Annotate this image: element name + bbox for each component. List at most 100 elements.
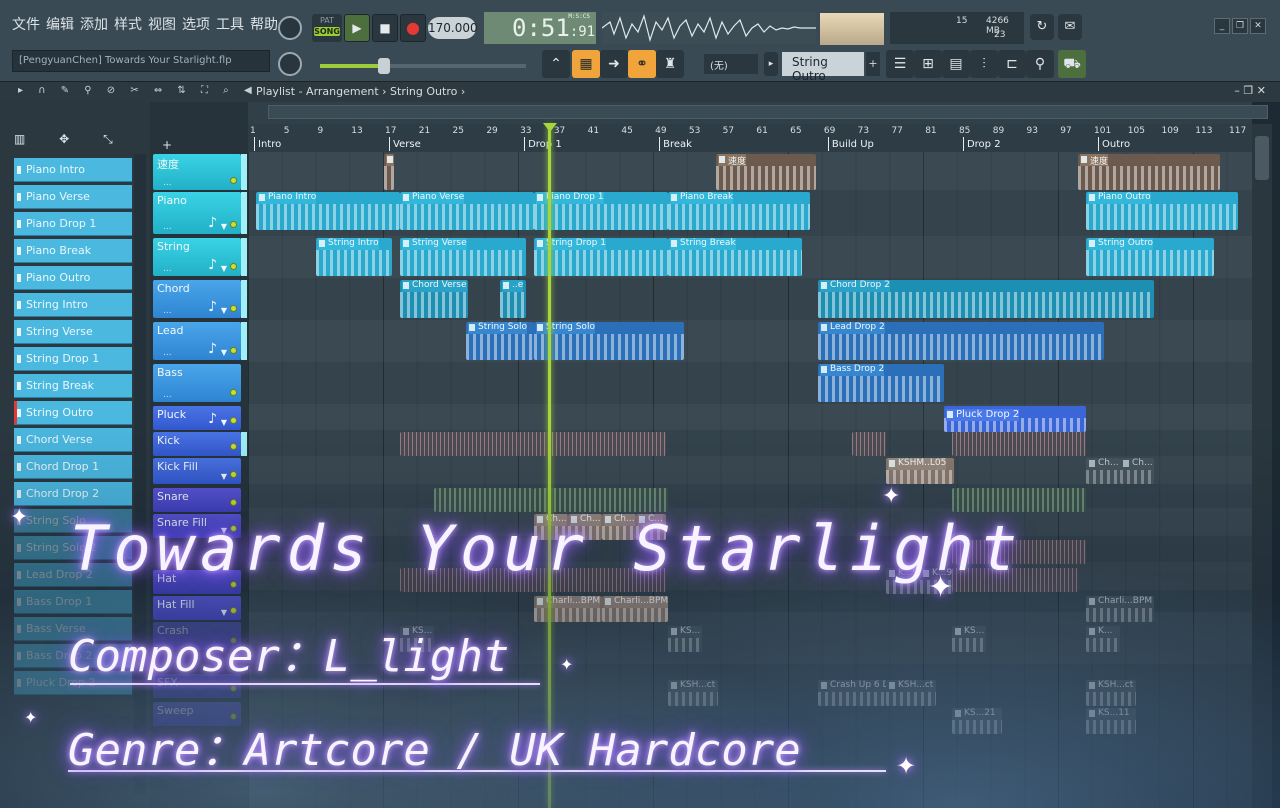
pattern-selector[interactable]: String Outro xyxy=(782,52,864,83)
chevron-down-icon[interactable]: ▼ xyxy=(221,418,227,427)
time-display[interactable]: 0:51:91 M:S:CS xyxy=(484,12,596,44)
slider-handle[interactable] xyxy=(378,58,390,74)
playlist-clip[interactable]: K... xyxy=(1086,626,1120,652)
track-header[interactable]: 速度... xyxy=(153,154,241,190)
menu-view[interactable]: 视图 xyxy=(148,14,176,40)
plugin-picker-button[interactable]: ⚲ xyxy=(1026,50,1054,78)
track-header[interactable]: Hat Fill ▼ xyxy=(153,596,241,620)
playlist-clip[interactable]: Piano Break xyxy=(668,192,810,230)
section-marker[interactable]: Verse xyxy=(389,137,421,151)
vscroll-thumb[interactable] xyxy=(1255,136,1269,180)
pattern-item[interactable]: Bass Drop 1 xyxy=(14,590,132,614)
close-button[interactable]: ✕ xyxy=(1250,18,1266,34)
piano-roll-button[interactable]: ⊞ xyxy=(914,50,942,78)
browser-button[interactable]: ⊏ xyxy=(998,50,1026,78)
playlist-clip[interactable]: ..e xyxy=(500,280,526,318)
chevron-down-icon[interactable]: ▼ xyxy=(221,608,227,617)
section-marker[interactable]: Outro xyxy=(1097,137,1130,151)
track-mute-led[interactable] xyxy=(230,177,237,184)
pattern-item[interactable]: String Verse xyxy=(14,320,132,344)
track-header[interactable]: String... ♪ ▼ xyxy=(153,238,241,276)
playlist-clip[interactable]: Charli...BPM xyxy=(602,596,668,622)
pattern-prev-arrow[interactable]: ▸ xyxy=(764,52,778,76)
track-more-icon[interactable]: ... xyxy=(163,390,172,400)
track-header[interactable]: Pluck ♪ ▼ xyxy=(153,406,241,430)
menu-patterns[interactable]: 样式 xyxy=(114,14,142,40)
playlist-clip[interactable]: Chord Verse xyxy=(400,280,468,318)
pattern-item[interactable]: Chord Drop 2 xyxy=(14,482,132,506)
menu-options[interactable]: 选项 xyxy=(182,14,210,40)
record-button[interactable]: ● xyxy=(400,14,426,42)
playlist-window-controls[interactable]: – ❐ ✕ xyxy=(1234,84,1266,97)
undo-history-button[interactable]: ↻ xyxy=(1030,14,1054,40)
picker-view-icon[interactable]: ▥ xyxy=(14,132,25,146)
playlist-clip[interactable]: 速度 xyxy=(384,154,394,190)
pat-song-toggle[interactable]: PAT SONG xyxy=(312,14,342,42)
playlist-clip[interactable]: KSH...ct 04 xyxy=(1086,680,1136,706)
playlist-tools[interactable]: ▸ ∩ ✎ ⚲ ⊘ ✂ ⇔ ⇅ ⛶ ⌕ ◀ xyxy=(18,85,258,96)
pattern-item[interactable]: Piano Outro xyxy=(14,266,132,290)
track-more-icon[interactable]: ... xyxy=(163,348,172,358)
add-pattern-button[interactable]: + xyxy=(866,52,880,76)
menu-tools[interactable]: 工具 xyxy=(216,14,244,40)
playlist-clip[interactable]: String Break xyxy=(668,238,802,276)
playlist-clip[interactable]: Ch... xyxy=(1086,458,1120,484)
master-volume-knob[interactable] xyxy=(278,16,302,40)
playlist-clip[interactable]: Charli...BPM xyxy=(534,596,602,622)
picker-scrollbar[interactable] xyxy=(134,154,146,794)
drum-audio-clip[interactable] xyxy=(952,488,1086,512)
section-marker[interactable]: Drop 2 xyxy=(962,137,1001,151)
playlist-clip[interactable]: Piano Drop 1 xyxy=(534,192,668,230)
playlist-clip[interactable]: KSH...ct 04 xyxy=(886,680,936,706)
playhead[interactable] xyxy=(548,124,551,808)
track-header[interactable]: Lead... ♪ ▼ xyxy=(153,322,241,360)
chevron-down-icon[interactable]: ▼ xyxy=(221,348,227,357)
chevron-down-icon[interactable]: ▼ xyxy=(221,472,227,481)
menu-edit[interactable]: 编辑 xyxy=(46,14,74,40)
track-mute-led[interactable] xyxy=(230,417,237,424)
track-mute-led[interactable] xyxy=(230,443,237,450)
playlist-clip[interactable]: 速度 xyxy=(1078,154,1220,190)
track-mute-led[interactable] xyxy=(230,607,237,614)
chevron-down-icon[interactable]: ▼ xyxy=(221,222,227,231)
playlist-grid[interactable]: 速度 速度 速度 Piano Intro Piano Verse Piano Drop 1… xyxy=(248,152,1252,808)
drum-audio-clip[interactable] xyxy=(400,432,666,456)
track-more-icon[interactable]: ... xyxy=(163,264,172,274)
pattern-item[interactable]: Piano Drop 1 xyxy=(14,212,132,236)
tool-loop-record[interactable]: ⚭ xyxy=(628,50,656,78)
tool-countdown[interactable]: ♜ xyxy=(656,50,684,78)
restore-button[interactable]: ❐ xyxy=(1232,18,1248,34)
section-marker[interactable]: Build Up xyxy=(827,137,874,151)
playlist-clip[interactable]: Crash Up 6 Dos xyxy=(818,680,886,706)
track-mute-led[interactable] xyxy=(230,347,237,354)
playlist-clip[interactable]: KS... xyxy=(668,626,702,652)
play-button[interactable]: ▶ xyxy=(344,14,370,42)
chevron-down-icon[interactable]: ▼ xyxy=(221,306,227,315)
track-header[interactable]: Kick Fill ▼ xyxy=(153,458,241,484)
playlist-clip[interactable]: KS...11 xyxy=(1086,708,1136,734)
track-mute-led[interactable] xyxy=(230,221,237,228)
playlist-clip[interactable]: KS... xyxy=(952,626,986,652)
track-header[interactable]: Kick xyxy=(153,432,241,456)
tempo-display[interactable]: 170.000 xyxy=(428,17,478,39)
pattern-item[interactable]: Piano Break xyxy=(14,239,132,263)
playlist-clip[interactable]: String Solo xyxy=(466,322,534,360)
track-mute-led[interactable] xyxy=(230,389,237,396)
snap-selector[interactable]: (无) xyxy=(704,54,758,74)
drum-audio-clip[interactable] xyxy=(852,432,886,456)
playlist-clip[interactable]: Piano Verse xyxy=(400,192,534,230)
menu-add[interactable]: 添加 xyxy=(80,14,108,40)
chevron-down-icon[interactable]: ▼ xyxy=(221,264,227,273)
playlist-button[interactable]: ☰ xyxy=(886,50,914,78)
track-more-icon[interactable]: ... xyxy=(163,306,172,316)
drum-audio-clip[interactable] xyxy=(952,432,1086,456)
channel-rack-button[interactable]: ▤ xyxy=(942,50,970,78)
playlist-overview-scrollbar[interactable] xyxy=(248,102,1268,124)
pattern-item[interactable]: Chord Verse xyxy=(14,428,132,452)
track-mute-led[interactable] xyxy=(230,305,237,312)
pattern-item[interactable]: Chord Drop 1 xyxy=(14,455,132,479)
drum-audio-clip[interactable] xyxy=(534,488,668,512)
track-more-icon[interactable]: ... xyxy=(163,222,172,232)
track-more-icon[interactable]: ... xyxy=(163,178,172,188)
playlist-clip[interactable]: Ch... xyxy=(1120,458,1154,484)
